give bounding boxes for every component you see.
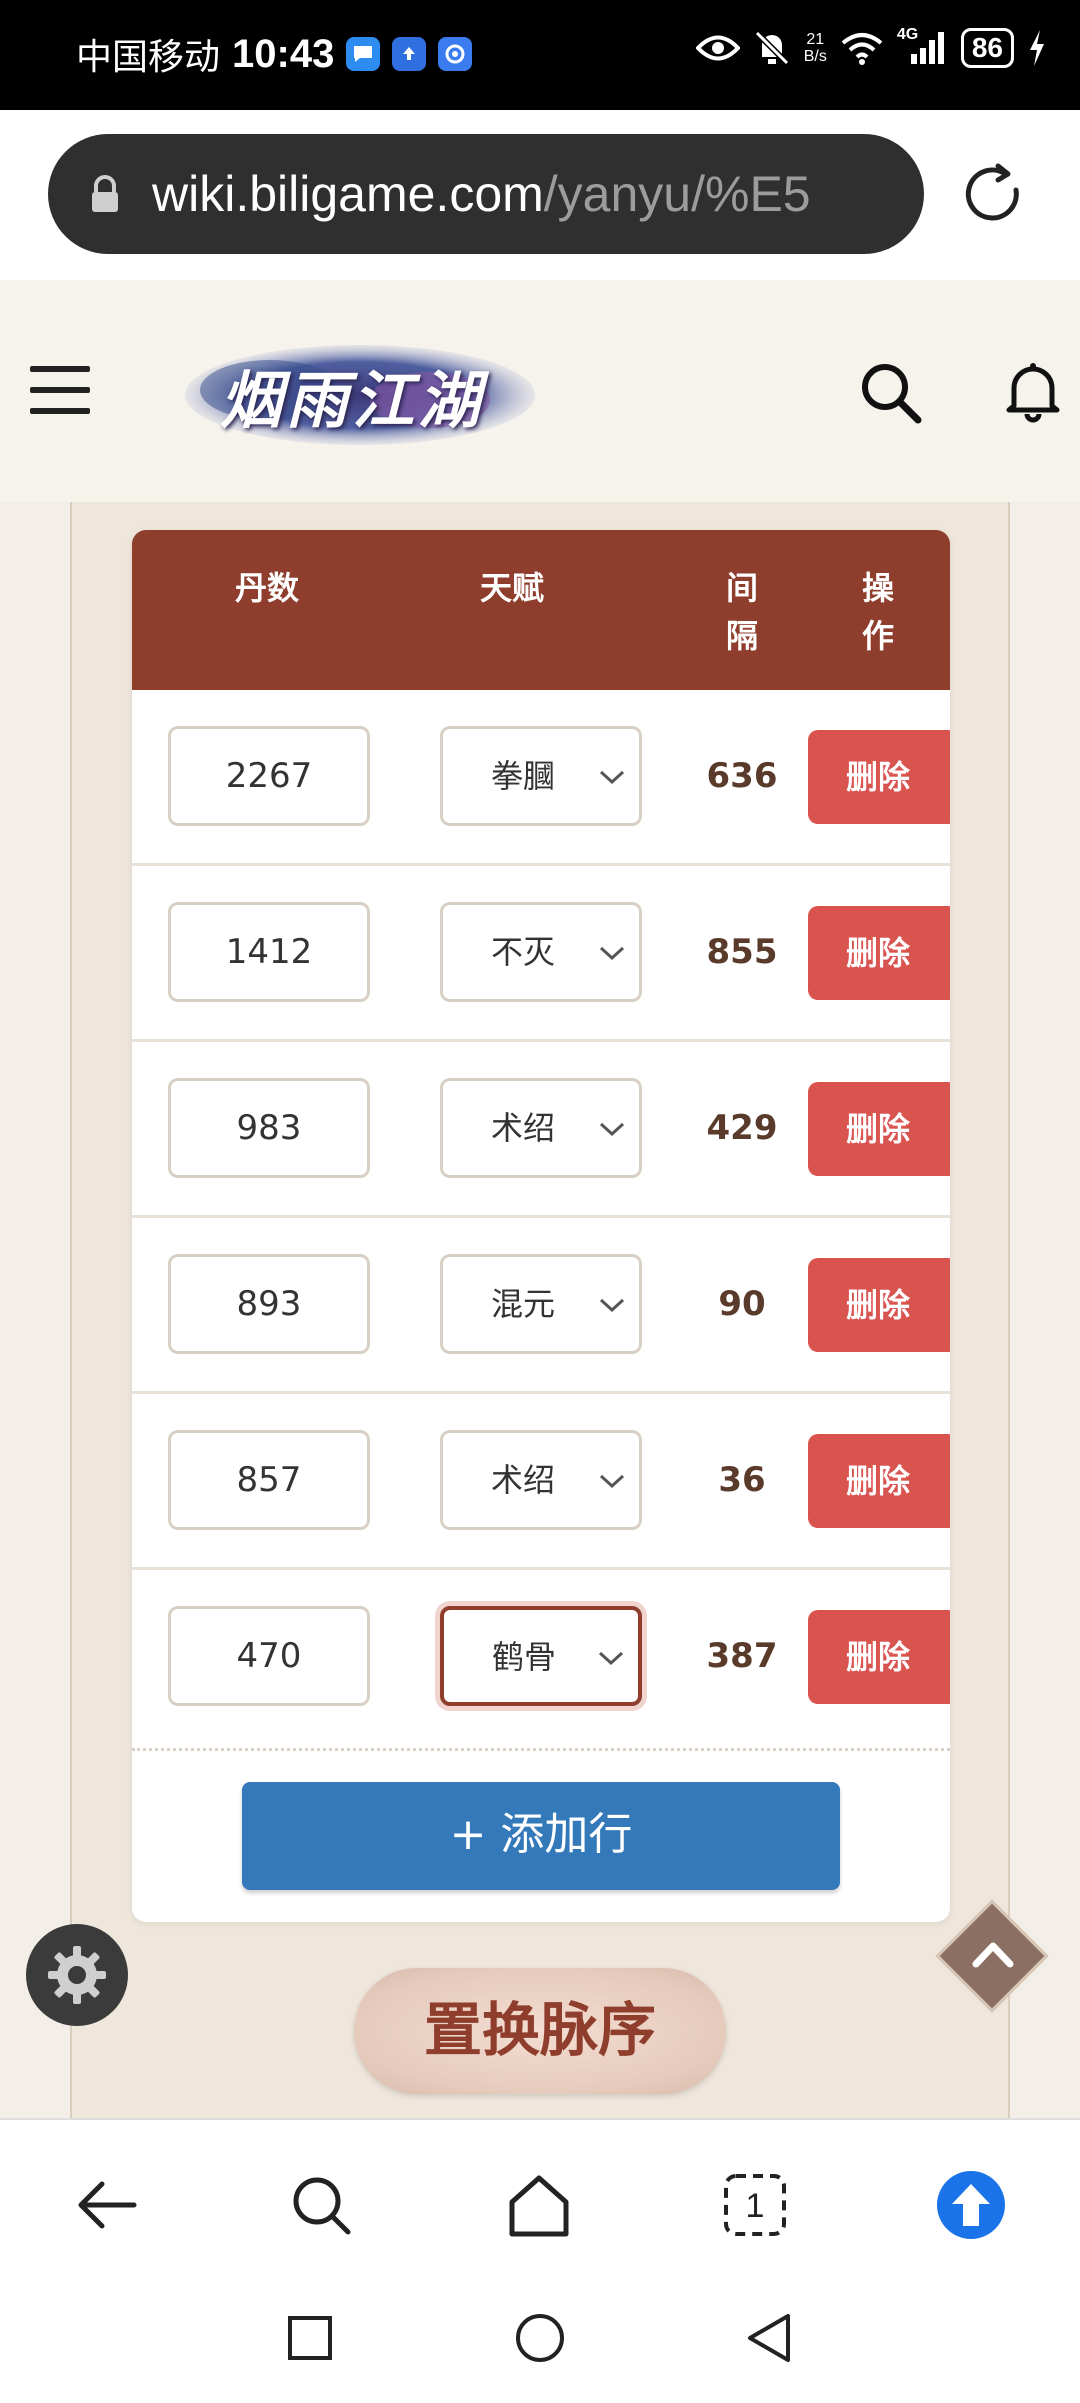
menu-icon[interactable] [30, 366, 90, 416]
dan-input[interactable]: 2267 [168, 726, 370, 826]
header-op-line2: 作 [861, 617, 894, 655]
svg-text:1: 1 [746, 2187, 765, 2225]
status-bar: 中国移动 10:43 21 B/s 4G 86 [0, 0, 1080, 110]
browser-url-bar: wiki.biligame.com/yanyu/%E5 [0, 110, 1080, 280]
message-app-icon [346, 37, 381, 71]
url-path: /yanyu/%E5 [543, 166, 811, 222]
site-header: 烟雨江湖 [0, 280, 1080, 502]
talent-select-value: 术绍 [491, 1461, 556, 1499]
header-op-line1: 操 [861, 569, 894, 607]
talent-select[interactable]: 不灭 [440, 902, 642, 1002]
net-speed: 21 B/s [804, 31, 827, 65]
talent-select-value: 不灭 [491, 933, 556, 971]
back-triangle-icon[interactable] [740, 2308, 800, 2368]
talent-select-value: 混元 [491, 1285, 556, 1323]
chevron-down-icon [599, 770, 625, 785]
interval-value: 855 [706, 932, 778, 972]
carrier-label: 中国移动 [76, 36, 221, 77]
address-field[interactable]: wiki.biligame.com/yanyu/%E5 [48, 134, 924, 254]
delete-button[interactable]: 删除 [808, 906, 950, 1000]
signal-icon [910, 32, 944, 64]
system-nav-bar [0, 2288, 1080, 2403]
delete-button[interactable]: 删除 [808, 1610, 950, 1704]
site-logo[interactable]: 烟雨江湖 [180, 340, 550, 450]
net-speed-value: 21 [806, 31, 825, 48]
talent-select-value: 术绍 [491, 1109, 556, 1147]
settings-button[interactable] [26, 1924, 128, 2026]
table-row: 857 术绍 36 删除 [132, 1394, 950, 1570]
gear-icon [48, 1946, 106, 2004]
dan-input[interactable]: 1412 [168, 902, 370, 1002]
interval-value: 36 [718, 1460, 766, 1500]
header-op: 操 作 [848, 564, 908, 660]
header-jian: 间 隔 [712, 564, 772, 660]
browser-app-icon [438, 37, 473, 71]
table-row: 983 术绍 429 删除 [132, 1042, 950, 1218]
delete-button[interactable]: 删除 [808, 1258, 950, 1352]
header-jian-line1: 间 [725, 569, 758, 607]
interval-value: 429 [706, 1108, 778, 1148]
chevron-down-icon [599, 1122, 625, 1137]
talent-select-value: 鹤骨 [492, 1638, 557, 1676]
search-icon[interactable] [858, 360, 924, 426]
back-arrow-icon[interactable] [72, 2170, 142, 2240]
net-speed-unit: B/s [803, 48, 827, 65]
header-tian: 天赋 [479, 569, 544, 607]
dan-input[interactable]: 893 [168, 1254, 370, 1354]
status-left: 中国移动 10:43 [76, 28, 473, 80]
logo-text: 烟雨江湖 [220, 364, 485, 437]
status-right: 21 B/s 4G 86 [695, 26, 1046, 68]
chevron-down-icon [598, 1651, 624, 1666]
dan-input[interactable]: 857 [168, 1430, 370, 1530]
chevron-down-icon [599, 1474, 625, 1489]
talent-select[interactable]: 拳膕 [440, 726, 642, 826]
delete-button[interactable]: 删除 [808, 1082, 950, 1176]
dan-input[interactable]: 470 [168, 1606, 370, 1706]
charging-icon [1030, 30, 1044, 66]
swap-order-button[interactable]: 置换脉序 [354, 1968, 726, 2094]
chevron-down-icon [599, 1298, 625, 1313]
table-header: 丹数 天赋 间 隔 操 作 [132, 530, 950, 690]
header-jian-line2: 隔 [725, 617, 758, 655]
home-circle-icon[interactable] [510, 2308, 570, 2368]
url-domain: wiki.biligame.com [152, 166, 544, 222]
clock: 10:43 [232, 31, 335, 76]
browser-bottom-nav: 1 [0, 2118, 1080, 2288]
talent-table-card: 丹数 天赋 间 隔 操 作 2267 拳膕 636 删除 1412 不灭 855… [132, 530, 950, 1922]
tabs-icon[interactable]: 1 [720, 2170, 790, 2240]
search-icon[interactable] [286, 2170, 356, 2240]
mute-bell-icon [754, 30, 789, 66]
bell-icon[interactable] [1000, 358, 1066, 424]
header-dan: 丹数 [234, 569, 299, 607]
cell-signal: 4G [897, 26, 947, 66]
add-row-button[interactable]: + 添加行 [242, 1782, 840, 1890]
refresh-icon[interactable] [958, 160, 1026, 228]
wifi-icon [841, 33, 883, 65]
chevron-down-icon [599, 946, 625, 961]
talent-select-value: 拳膕 [491, 757, 556, 795]
interval-value: 387 [706, 1636, 778, 1676]
upload-app-icon [392, 37, 427, 71]
eye-icon [695, 35, 740, 61]
lock-icon [92, 175, 118, 212]
upload-icon[interactable] [936, 2170, 1006, 2240]
interval-value: 636 [706, 756, 778, 796]
talent-select[interactable]: 术绍 [440, 1078, 642, 1178]
talent-select[interactable]: 混元 [440, 1254, 642, 1354]
divider [132, 1748, 950, 1752]
table-row: 2267 拳膕 636 删除 [132, 690, 950, 866]
table-row: 893 混元 90 删除 [132, 1218, 950, 1394]
table-row: 1412 不灭 855 删除 [132, 866, 950, 1042]
dan-input[interactable]: 983 [168, 1078, 370, 1178]
interval-value: 90 [718, 1284, 766, 1324]
home-icon[interactable] [504, 2170, 574, 2240]
recent-apps-icon[interactable] [280, 2308, 340, 2368]
delete-button[interactable]: 删除 [808, 730, 950, 824]
talent-select[interactable]: 术绍 [440, 1430, 642, 1530]
talent-select[interactable]: 鹤骨 [440, 1606, 642, 1706]
chevron-up-icon [972, 1942, 1014, 1968]
delete-button[interactable]: 删除 [808, 1434, 950, 1528]
table-row: 470 鹤骨 387 删除 [132, 1570, 950, 1746]
battery-level: 86 [960, 28, 1014, 68]
